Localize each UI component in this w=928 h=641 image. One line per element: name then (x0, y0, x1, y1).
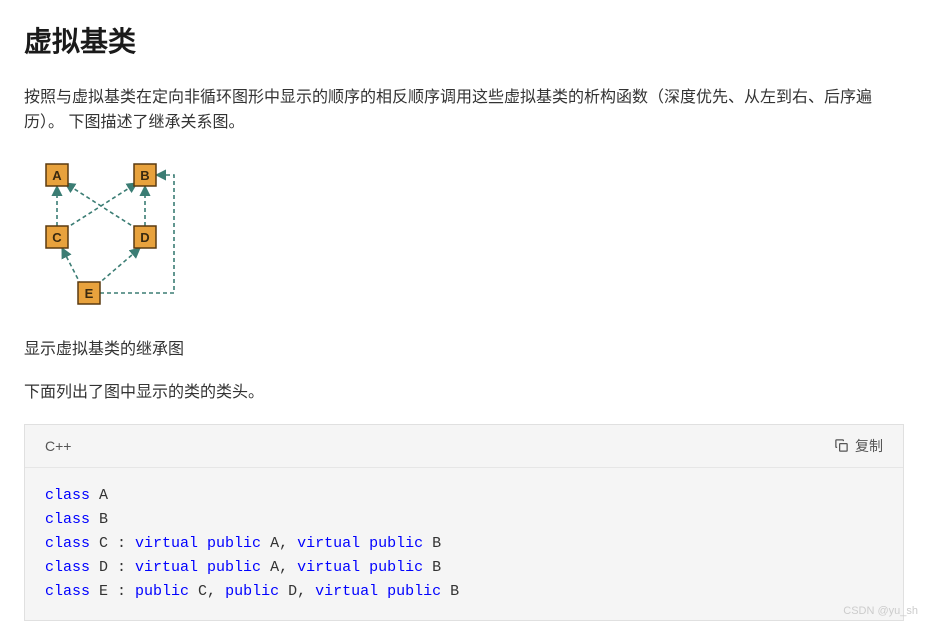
intro-paragraph: 按照与虚拟基类在定向非循环图形中显示的顺序的相反顺序调用这些虚拟基类的析构函数（… (24, 85, 904, 136)
svg-text:E: E (85, 286, 94, 301)
copy-button[interactable]: 复制 (834, 435, 883, 457)
code-content: class A class B class C : virtual public… (25, 468, 903, 620)
watermark: CSDN @yu_sh (843, 603, 918, 621)
code-block: C++ 复制 class A class B class C : virtual… (24, 424, 904, 621)
diagram-node-e: E (78, 282, 100, 304)
diagram-node-b: B (134, 164, 156, 186)
class-head-intro: 下面列出了图中显示的类的类头。 (24, 380, 904, 406)
diagram-node-c: C (46, 226, 68, 248)
page-title: 虚拟基类 (24, 20, 904, 65)
diagram-node-d: D (134, 226, 156, 248)
svg-text:B: B (140, 168, 149, 183)
copy-label: 复制 (855, 435, 883, 457)
svg-text:D: D (140, 230, 149, 245)
diagram-caption: 显示虚拟基类的继承图 (24, 337, 904, 363)
copy-icon (834, 438, 849, 453)
inheritance-diagram: A B C D E (24, 154, 904, 323)
code-language-label: C++ (45, 435, 71, 457)
svg-text:A: A (52, 168, 62, 183)
svg-text:C: C (52, 230, 62, 245)
diagram-node-a: A (46, 164, 68, 186)
